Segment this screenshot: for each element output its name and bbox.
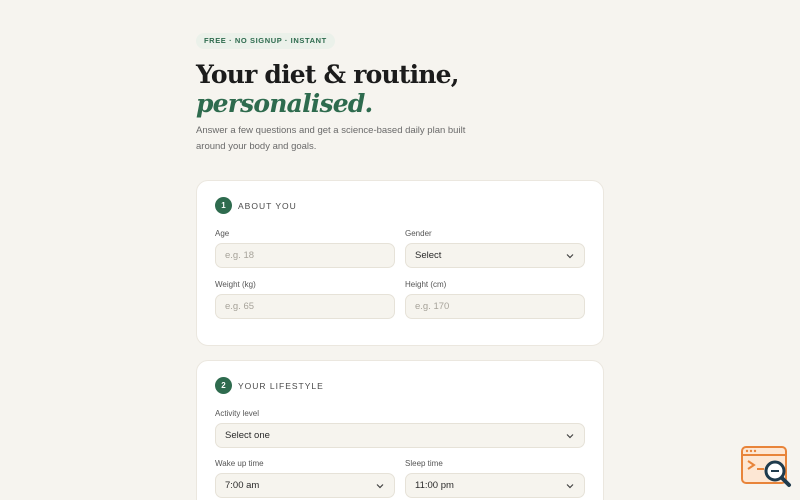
about-you-card: 1 ABOUT YOU Age Gender Select Weight (kg… bbox=[196, 180, 604, 346]
activity-label: Activity level bbox=[215, 409, 260, 418]
sleep-label: Sleep time bbox=[405, 459, 443, 468]
weight-box bbox=[215, 294, 395, 319]
step-badge: 1 bbox=[215, 197, 232, 214]
section-title: YOUR LIFESTYLE bbox=[238, 380, 324, 391]
chevron-down-icon bbox=[566, 433, 574, 438]
wake-field-group: Wake up time 7:00 am bbox=[215, 459, 395, 498]
sleep-value: 11:00 pm bbox=[415, 480, 454, 491]
age-field-group: Age bbox=[215, 229, 395, 268]
activity-field-group: Activity level Select one bbox=[215, 409, 585, 448]
gender-field-group: Gender Select bbox=[405, 229, 585, 268]
weight-field-group: Weight (kg) bbox=[215, 280, 395, 319]
height-input[interactable] bbox=[415, 301, 575, 312]
chevron-down-icon bbox=[566, 483, 574, 488]
height-box bbox=[405, 294, 585, 319]
age-label: Age bbox=[215, 229, 230, 238]
activity-value: Select one bbox=[225, 430, 270, 441]
age-input[interactable] bbox=[225, 250, 385, 261]
page-subtitle: Answer a few questions and get a science… bbox=[196, 125, 466, 152]
activity-select[interactable]: Select one bbox=[215, 423, 585, 448]
height-field-group: Height (cm) bbox=[405, 280, 585, 319]
gender-label: Gender bbox=[405, 229, 432, 238]
wake-select[interactable]: 7:00 am bbox=[215, 473, 395, 498]
hero: FREE · NO SIGNUP · INSTANT Your diet & r… bbox=[196, 30, 604, 155]
lifestyle-card: 2 YOUR LIFESTYLE Activity level Select o… bbox=[196, 360, 604, 500]
weight-input[interactable] bbox=[225, 301, 385, 312]
gender-select[interactable]: Select bbox=[405, 243, 585, 268]
weight-label: Weight (kg) bbox=[215, 280, 256, 289]
age-box bbox=[215, 243, 395, 268]
step-badge: 2 bbox=[215, 377, 232, 394]
page-title-accent: personalised. bbox=[196, 89, 373, 118]
section-title: ABOUT YOU bbox=[238, 200, 297, 211]
about-you-header: 1 ABOUT YOU bbox=[215, 197, 297, 214]
sleep-field-group: Sleep time 11:00 pm bbox=[405, 459, 585, 498]
chevron-down-icon bbox=[376, 483, 384, 488]
page-title: Your diet & routine, bbox=[196, 60, 459, 89]
chevron-down-icon bbox=[566, 253, 574, 258]
feature-pill: FREE · NO SIGNUP · INSTANT bbox=[196, 33, 335, 49]
lifestyle-header: 2 YOUR LIFESTYLE bbox=[215, 377, 324, 394]
height-label: Height (cm) bbox=[405, 280, 447, 289]
wake-label: Wake up time bbox=[215, 459, 264, 468]
sleep-select[interactable]: 11:00 pm bbox=[405, 473, 585, 498]
gender-value: Select bbox=[415, 250, 442, 261]
wake-value: 7:00 am bbox=[225, 480, 260, 491]
floating-widget-icon[interactable] bbox=[740, 445, 792, 489]
